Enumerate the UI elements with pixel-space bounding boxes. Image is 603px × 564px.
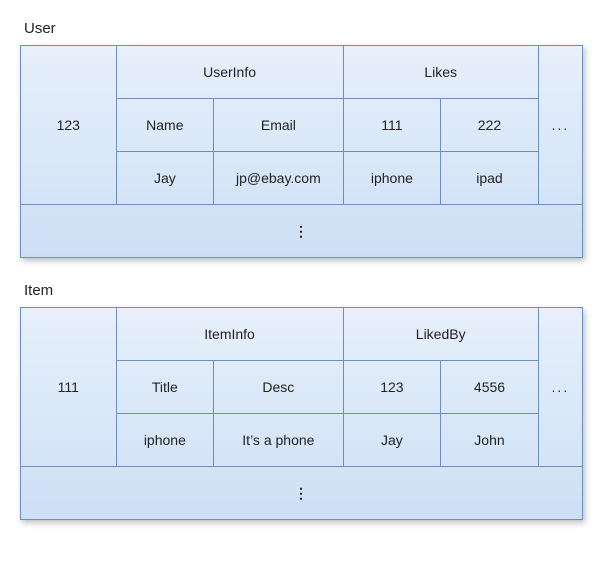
item-table: 111 ItemInfo LikedBy ... Title Desc 123 … — [20, 307, 583, 520]
user-family-likes: Likes — [343, 46, 538, 99]
user-table: 123 UserInfo Likes ... Name Email 111 22… — [20, 45, 583, 258]
item-col-4556: 4556 — [441, 361, 539, 414]
user-val-email: jp@ebay.com — [214, 152, 343, 205]
user-rowkey-cell: 123 — [21, 46, 117, 205]
user-family-userinfo: UserInfo — [116, 46, 343, 99]
user-col-222: 222 — [441, 99, 539, 152]
user-col-111: 111 — [343, 99, 441, 152]
item-table-wrap: Item 111 ItemInfo LikedBy ... Title Desc… — [20, 282, 583, 520]
user-h-ellipsis: ... — [538, 46, 582, 205]
user-val-111: iphone — [343, 152, 441, 205]
item-col-desc: Desc — [214, 361, 343, 414]
user-col-email: Email — [214, 99, 343, 152]
item-h-ellipsis: ... — [538, 308, 582, 467]
user-table-title: User — [24, 20, 583, 37]
item-family-iteminfo: ItemInfo — [116, 308, 343, 361]
item-v-ellipsis — [21, 467, 583, 520]
item-val-4556: John — [441, 414, 539, 467]
item-val-title: iphone — [116, 414, 214, 467]
user-val-name: Jay — [116, 152, 214, 205]
item-col-title: Title — [116, 361, 214, 414]
item-val-123: Jay — [343, 414, 441, 467]
user-col-name: Name — [116, 99, 214, 152]
user-table-wrap: User 123 UserInfo Likes ... Name Email 1… — [20, 20, 583, 258]
item-family-likedby: LikedBy — [343, 308, 538, 361]
item-col-123: 123 — [343, 361, 441, 414]
user-val-222: ipad — [441, 152, 539, 205]
user-v-ellipsis — [21, 205, 583, 258]
vertical-ellipsis-icon — [294, 485, 309, 501]
item-rowkey-cell: 111 — [21, 308, 117, 467]
vertical-ellipsis-icon — [294, 223, 309, 239]
item-table-title: Item — [24, 282, 583, 299]
item-val-desc: It’s a phone — [214, 414, 343, 467]
